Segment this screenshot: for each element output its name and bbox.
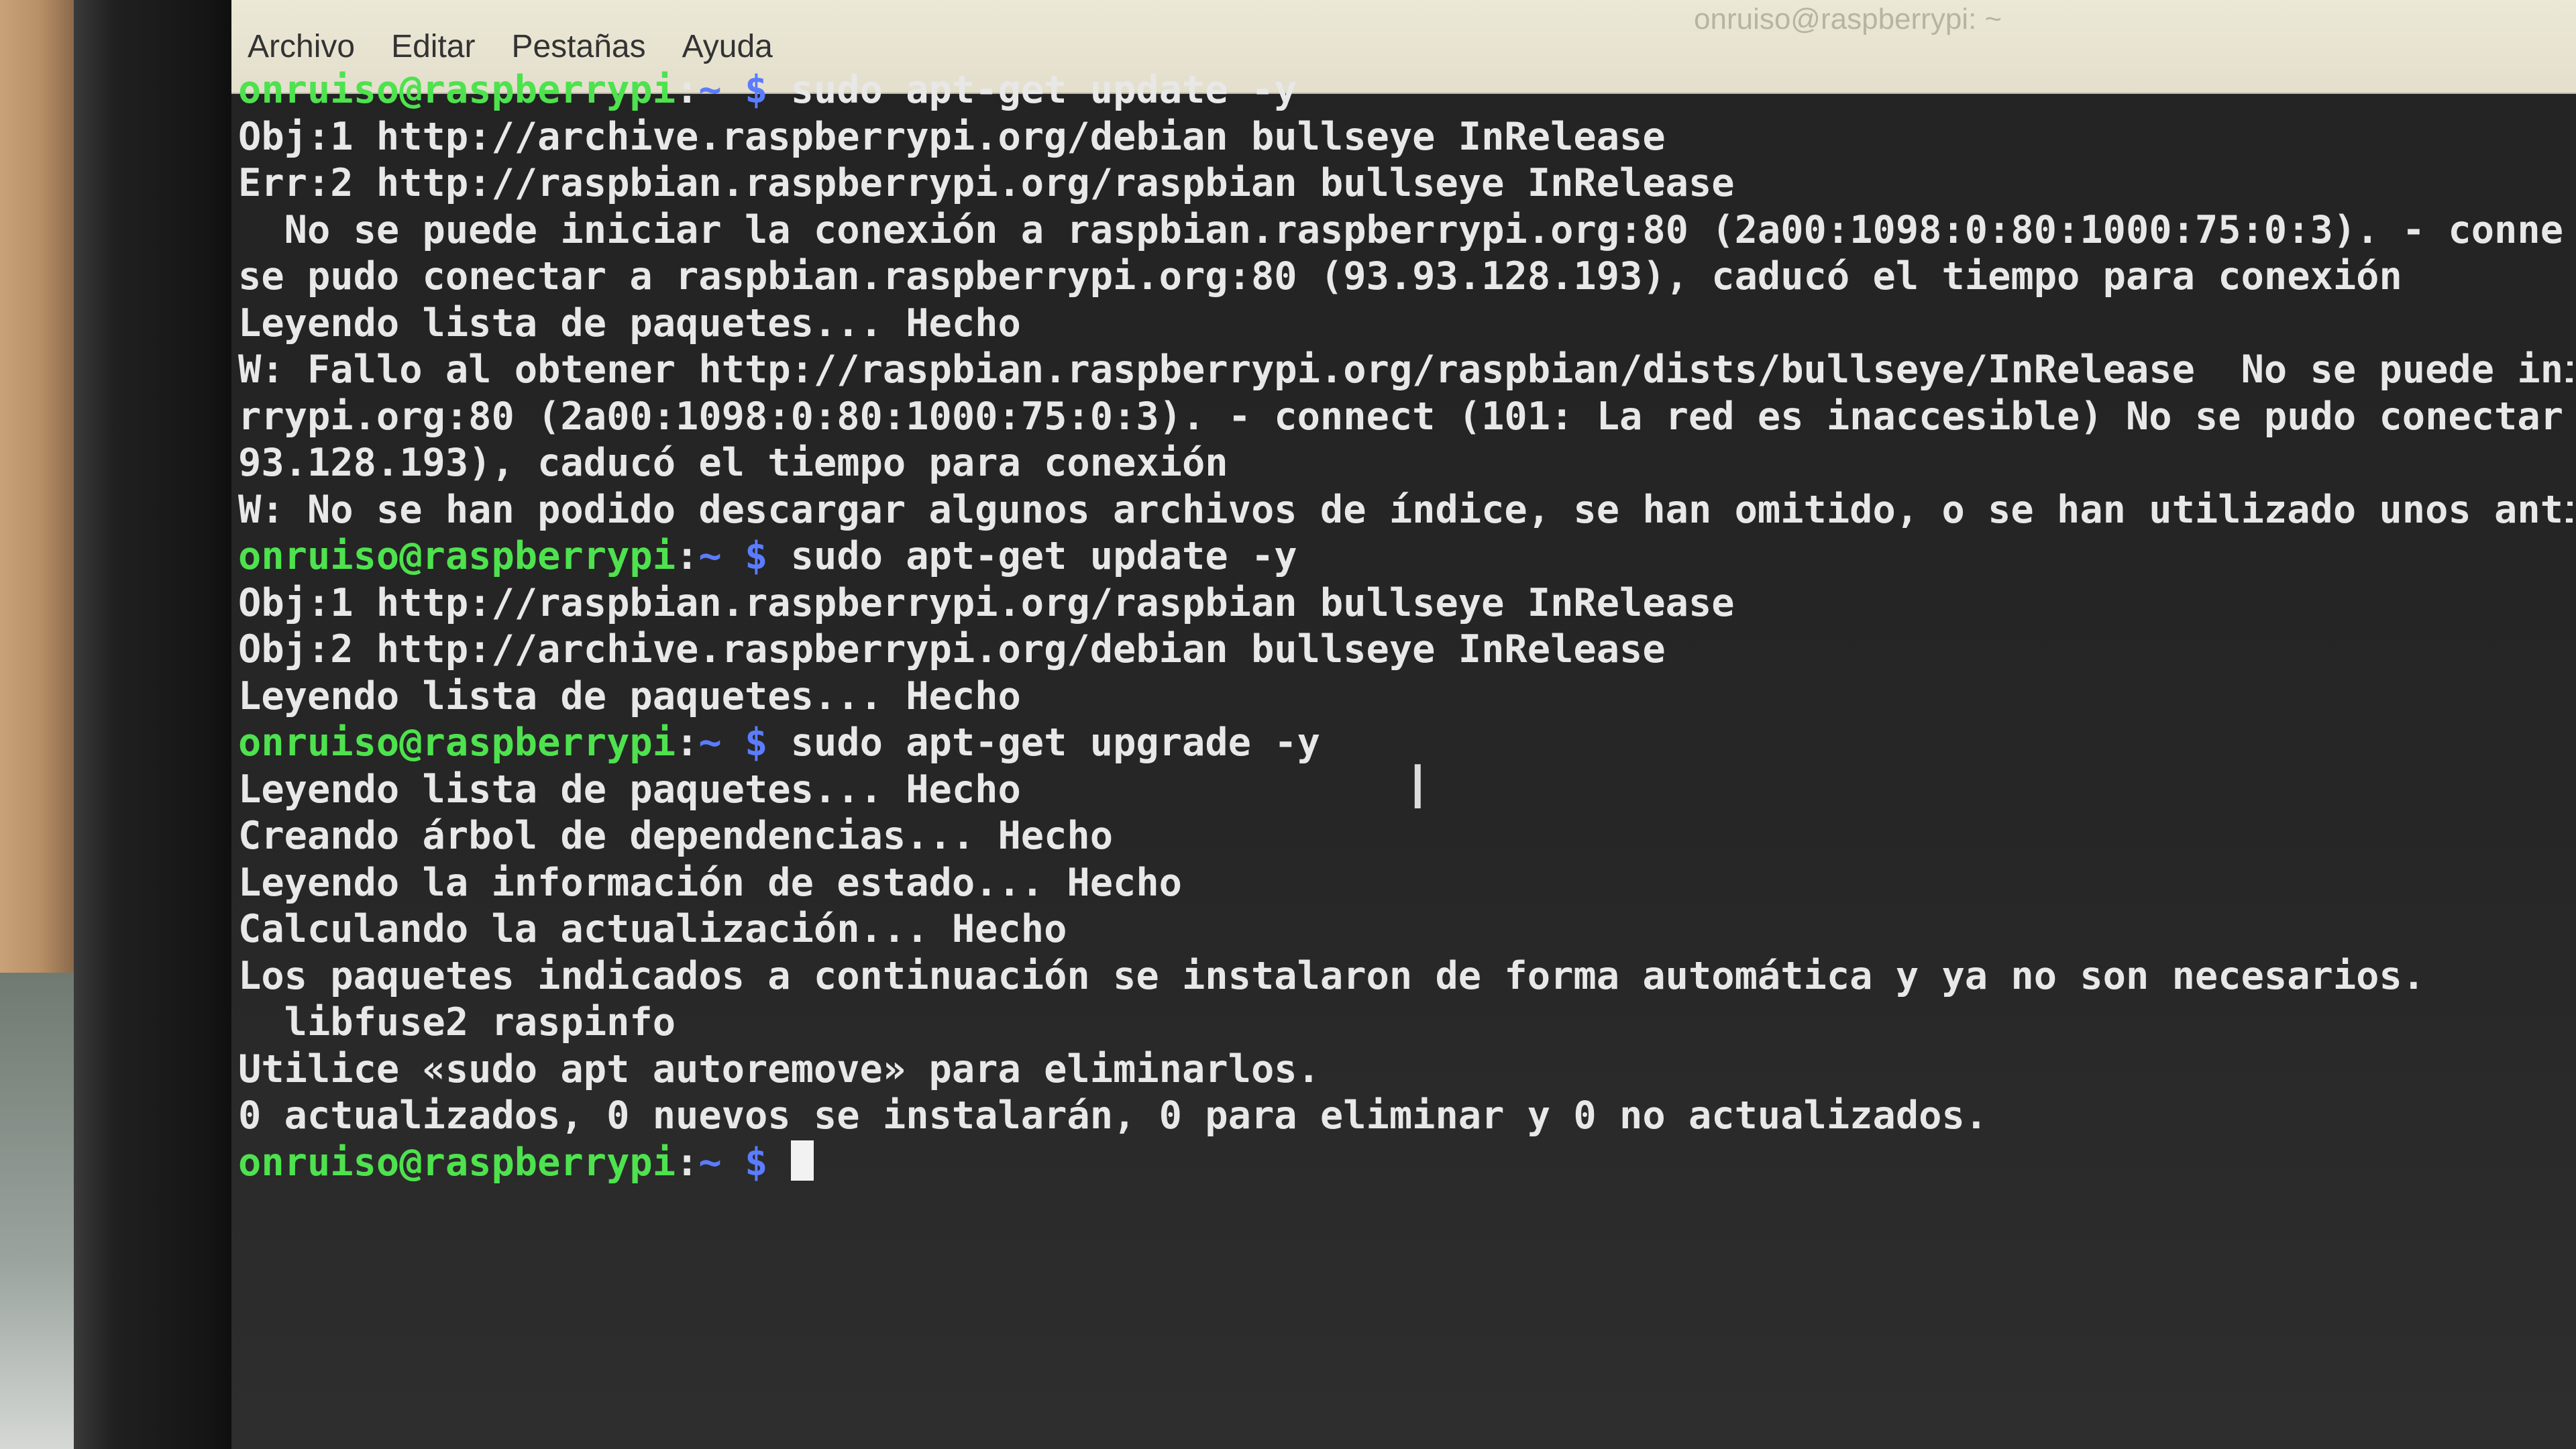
prompt-user: onruiso@raspberrypi xyxy=(238,720,676,765)
prompt-line: onruiso@raspberrypi:~ $ sudo apt-get upg… xyxy=(238,720,2573,767)
prompt-path: ~ $ xyxy=(698,720,768,765)
terminal-cursor xyxy=(790,1140,814,1181)
prompt-path: ~ $ xyxy=(698,1140,768,1185)
output-line: libfuse2 raspinfo xyxy=(238,1000,676,1044)
menu-ayuda[interactable]: Ayuda xyxy=(678,24,777,69)
prompt-path: ~ $ xyxy=(698,68,768,112)
output-line: Obj:2 http://archive.raspberrypi.org/deb… xyxy=(238,627,1666,672)
output-line: Los paquetes indicados a continuación se… xyxy=(238,953,2426,998)
output-line: W: Fallo al obtener http://raspbian.rasp… xyxy=(238,347,2573,392)
prompt-line: onruiso@raspberrypi:~ $ sudo apt-get upd… xyxy=(238,67,2573,114)
terminal-window: Archivo Editar Pestañas Ayuda onruiso@ra… xyxy=(231,0,2576,1449)
output-line: Utilice «sudo apt autoremove» para elimi… xyxy=(238,1046,1320,1091)
photo-scene: Archivo Editar Pestañas Ayuda onruiso@ra… xyxy=(0,0,2576,1449)
command-text: sudo apt-get update -y xyxy=(767,68,1297,112)
output-line: Leyendo la información de estado... Hech… xyxy=(238,860,1182,905)
output-line: Obj:1 http://archive.raspberrypi.org/deb… xyxy=(238,114,1666,159)
prompt-separator: : xyxy=(676,720,699,765)
output-line: Leyendo lista de paquetes... Hecho xyxy=(238,674,1021,718)
output-line: se pudo conectar a raspbian.raspberrypi.… xyxy=(238,254,2402,299)
output-line: Leyendo lista de paquetes... Hecho xyxy=(238,767,1021,812)
output-line: 93.128.193), caducó el tiempo para conex… xyxy=(238,441,1228,485)
output-line: Obj:1 http://raspbian.raspberrypi.org/ra… xyxy=(238,580,1735,625)
output-line: 0 actualizados, 0 nuevos se instalarán, … xyxy=(238,1093,1988,1138)
output-line: rrypi.org:80 (2a00:1098:0:80:1000:75:0:3… xyxy=(238,394,2564,439)
command-text: sudo apt-get upgrade -y xyxy=(767,720,1320,765)
prompt-line: onruiso@raspberrypi:~ $ sudo apt-get upd… xyxy=(238,533,2573,580)
prompt-path: ~ $ xyxy=(698,534,768,578)
prompt-separator: : xyxy=(676,534,699,578)
window-title: onruiso@raspberrypi: ~ xyxy=(1694,3,2002,36)
prompt-user: onruiso@raspberrypi xyxy=(238,1140,676,1185)
output-line: Leyendo lista de paquetes... Hecho xyxy=(238,301,1021,345)
command-text: sudo apt-get update -y xyxy=(767,534,1297,578)
terminal-output[interactable]: onruiso@raspberrypi:~ $ sudo apt-get upd… xyxy=(238,67,2573,1449)
prompt-line: onruiso@raspberrypi:~ $ xyxy=(238,1140,2573,1187)
prompt-user: onruiso@raspberrypi xyxy=(238,534,676,578)
prompt-separator: : xyxy=(676,1140,699,1185)
output-line: Calculando la actualización... Hecho xyxy=(238,907,1067,951)
menu-editar[interactable]: Editar xyxy=(387,24,479,69)
output-line: No se puede iniciar la conexión a raspbi… xyxy=(238,207,2564,252)
prompt-separator: : xyxy=(676,68,699,112)
menu-pestanas[interactable]: Pestañas xyxy=(507,24,649,69)
menu-archivo[interactable]: Archivo xyxy=(244,24,359,69)
prompt-user: onruiso@raspberrypi xyxy=(238,68,676,112)
text-cursor-icon: I xyxy=(1409,753,1427,823)
command-text xyxy=(767,1140,790,1185)
output-line: W: No se han podido descargar algunos ar… xyxy=(238,487,2573,532)
output-line: Creando árbol de dependencias... Hecho xyxy=(238,814,1114,858)
output-line: Err:2 http://raspbian.raspberrypi.org/ra… xyxy=(238,161,1735,205)
monitor-bezel xyxy=(74,0,235,1449)
